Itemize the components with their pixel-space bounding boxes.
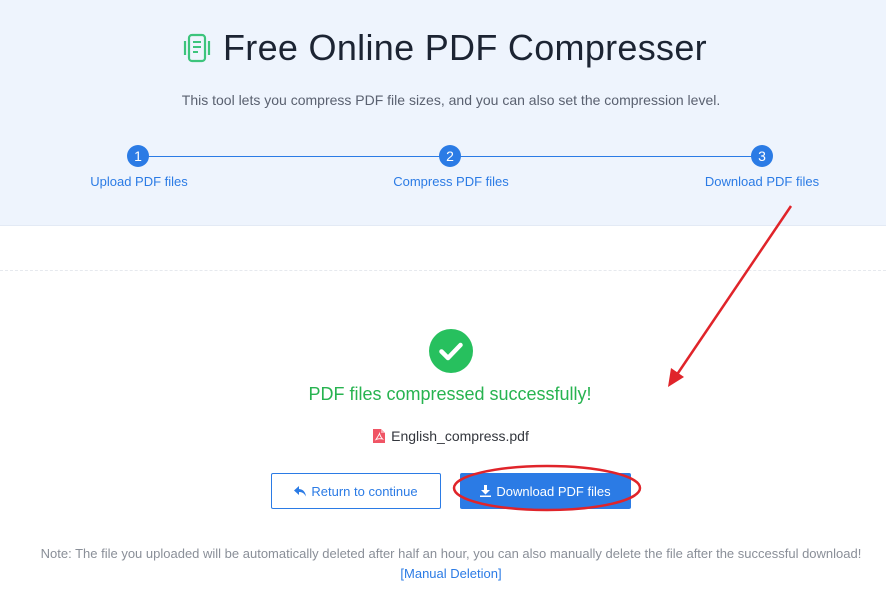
section-divider: [0, 270, 886, 271]
manual-deletion-link-text[interactable]: [Manual Deletion]: [400, 566, 501, 581]
page-subtitle: This tool lets you compress PDF file siz…: [181, 92, 721, 108]
reply-arrow-icon: [294, 485, 307, 496]
file-name[interactable]: English_compress.pdf: [391, 428, 529, 444]
title-row: Free Online PDF Compresser: [0, 24, 886, 72]
download-pdf-button[interactable]: Download PDF files: [460, 473, 631, 509]
result-file: English_compress.pdf: [0, 428, 886, 444]
return-to-continue-button[interactable]: Return to continue: [271, 473, 441, 509]
step-2-label: Compress PDF files: [393, 174, 509, 189]
page: Free Online PDF Compresser This tool let…: [0, 0, 886, 592]
download-button-label: Download PDF files: [496, 483, 611, 499]
check-mark-icon: [439, 342, 463, 361]
download-icon: [480, 485, 492, 497]
step-2-number: 2: [439, 145, 461, 167]
page-title: Free Online PDF Compresser: [223, 27, 707, 68]
pdf-file-icon: [373, 429, 386, 443]
check-circle-icon: [429, 329, 473, 373]
step-3-label: Download PDF files: [704, 174, 820, 189]
deletion-note: Note: The file you uploaded will be auto…: [40, 546, 862, 561]
return-button-label: Return to continue: [311, 483, 418, 499]
manual-deletion-link: [Manual Deletion]: [0, 566, 886, 581]
step-1-number: 1: [127, 145, 149, 167]
document-compress-icon: [183, 33, 211, 63]
step-1-label: Upload PDF files: [90, 174, 188, 189]
step-3-number: 3: [751, 145, 773, 167]
hero-banner: Free Online PDF Compresser This tool let…: [0, 0, 886, 226]
success-message: PDF files compressed successfully!: [308, 384, 592, 404]
annotation-arrow-line: [674, 205, 793, 377]
